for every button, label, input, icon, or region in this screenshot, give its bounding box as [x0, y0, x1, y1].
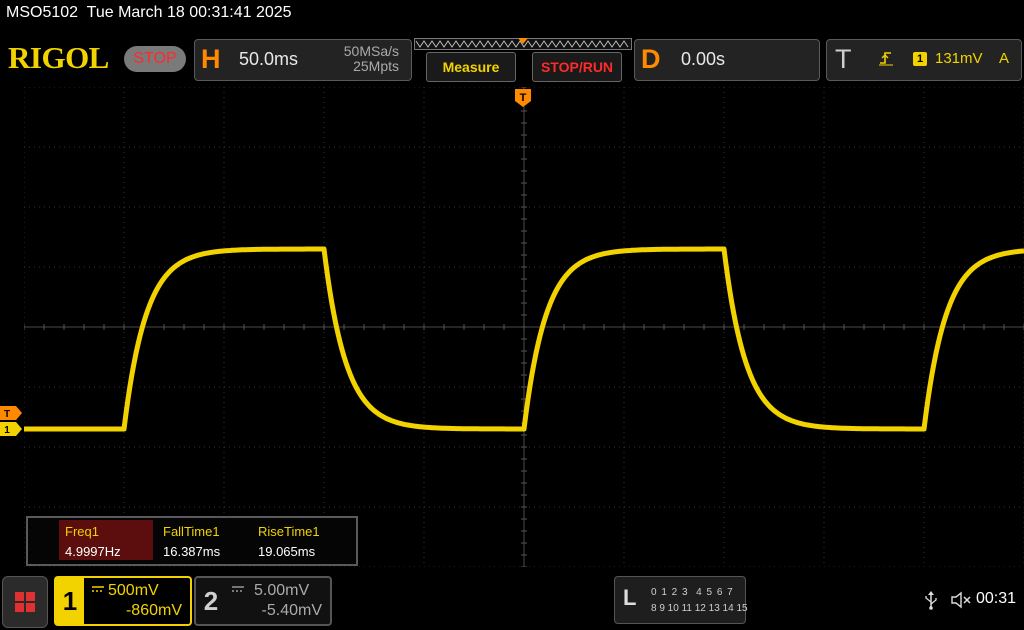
measurement-name: Freq1: [65, 524, 99, 539]
measurement-table[interactable]: Freq1 4.9997Hz FallTime1 16.387ms RiseTi…: [26, 516, 358, 566]
stop-run-button[interactable]: STOP/RUN: [532, 52, 622, 82]
trigger-mode: A: [999, 50, 1010, 67]
delay-panel[interactable]: D 0.00s: [634, 39, 820, 81]
memory-position-bar[interactable]: [414, 38, 632, 50]
logic-analyzer-panel[interactable]: L 0 1 2 3 4 5 6 7 8 9 10 11 12 13 14 15: [614, 576, 748, 624]
mute-icon[interactable]: [950, 590, 972, 610]
model-name: MSO5102: [6, 4, 79, 21]
measurement-falltime[interactable]: FallTime1 16.387ms: [157, 520, 251, 560]
horizontal-letter: H: [201, 44, 221, 74]
measurement-value: 4.9997Hz: [65, 544, 121, 559]
measurement-name: FallTime1: [163, 524, 220, 539]
measurement-value: 19.065ms: [258, 544, 316, 559]
delay-value: 0.00s: [681, 49, 726, 69]
dc-coupling-icon: [92, 586, 104, 592]
main-menu-button[interactable]: [2, 576, 48, 628]
digital-channels-row-2: 8 9 10 11 12 13 14 15: [651, 603, 748, 614]
memory-depth: 25Mpts: [353, 58, 399, 74]
system-clock: 00:31: [976, 590, 1017, 607]
measurement-value: 16.387ms: [163, 544, 221, 559]
status-line: MSO5102 Tue March 18 00:31:41 2025: [6, 4, 292, 22]
ch1-offset-marker[interactable]: 1: [0, 422, 22, 436]
datetime: Tue March 18 00:31:41 2025: [86, 4, 292, 21]
sample-rate: 50MSa/s: [343, 43, 399, 59]
rising-edge-icon: [879, 52, 893, 66]
measure-button[interactable]: Measure: [426, 52, 516, 82]
channel-2-offset: -5.40mV: [261, 602, 322, 619]
delay-letter: D: [641, 44, 661, 74]
measurement-freq[interactable]: Freq1 4.9997Hz: [59, 520, 153, 560]
trigger-position-marker[interactable]: T: [514, 88, 532, 108]
waveform-display[interactable]: [24, 87, 1024, 567]
measurement-name: RiseTime1: [258, 524, 320, 539]
usb-icon: [925, 591, 937, 610]
trigger-level-marker[interactable]: T: [0, 406, 22, 420]
trigger-position-label: T: [520, 92, 527, 104]
trigger-source-badge: 1: [913, 52, 927, 66]
measurement-risetime[interactable]: RiseTime1 19.065ms: [252, 520, 346, 560]
timebase-value: 50.0ms: [239, 49, 299, 69]
grid-menu-icon: [15, 592, 35, 612]
trigger-level-label: T: [4, 409, 10, 420]
channel-1-panel[interactable]: 1 500mV -860mV: [54, 576, 192, 626]
channel-1-offset: -860mV: [125, 602, 182, 619]
trigger-panel[interactable]: T 1 131mV A: [826, 39, 1022, 81]
run-state-badge[interactable]: STOP: [124, 46, 186, 72]
trigger-letter: T: [835, 44, 852, 74]
channel-1-scale: 500mV: [108, 582, 159, 599]
digital-channels-row-1: 0 1 2 3 4 5 6 7: [651, 587, 734, 598]
channel-2-panel[interactable]: 2 5.00mV -5.40mV: [194, 576, 332, 626]
acquisition-info: 50MSa/s 25Mpts: [344, 44, 399, 74]
channel-1-number: 1: [56, 578, 84, 624]
logic-analyzer-letter: L: [623, 585, 637, 610]
trigger-level: 131mV: [935, 50, 983, 67]
channel-2-number: 2: [203, 586, 219, 616]
channel-2-scale: 5.00mV: [254, 582, 310, 599]
dc-coupling-icon: [232, 586, 244, 592]
brand-logo: RIGOL: [8, 40, 109, 75]
horizontal-panel[interactable]: H 50.0ms 50MSa/s 25Mpts: [194, 39, 412, 81]
ch1-marker-label: 1: [4, 425, 10, 436]
